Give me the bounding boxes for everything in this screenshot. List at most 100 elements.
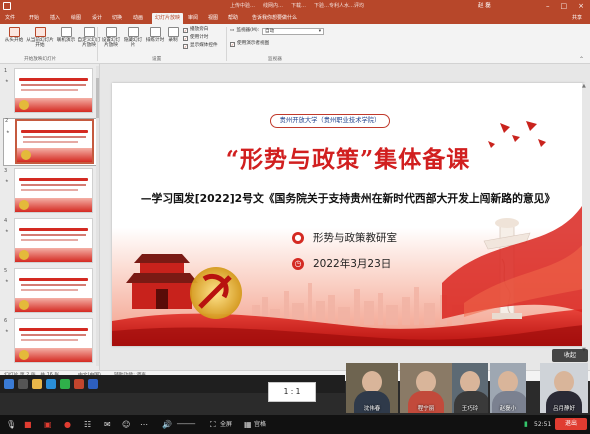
participant-head xyxy=(498,371,518,393)
tab-insert[interactable]: 插入 xyxy=(50,13,60,24)
present-online-icon xyxy=(60,27,72,37)
screen-share-icon[interactable]: ▣ xyxy=(44,415,52,434)
ratio-label: 1 : 1 xyxy=(283,387,301,396)
show-media-controls-checkbox[interactable]: ✓ 显示媒体控件 xyxy=(183,43,218,49)
monitor-label: ▭ 监视器(M): xyxy=(230,28,260,33)
fullscreen-icon[interactable]: ⛶ xyxy=(210,415,216,434)
minimize-icon[interactable]: – xyxy=(546,1,550,12)
record-button[interactable]: 录制 xyxy=(165,27,181,43)
volume-slider[interactable]: ───── xyxy=(177,415,195,434)
from-current-button[interactable]: 从当前幻灯片开始 xyxy=(25,27,55,48)
title-status-item: 上传中验… xyxy=(230,3,256,9)
presenter-view-checkbox[interactable]: ✓ 使用演示者视图 xyxy=(230,41,269,47)
university-badge: 贵州开放大学（贵州职业技术学院） xyxy=(270,114,390,128)
thumbnail-preview xyxy=(14,68,93,113)
tab-transitions[interactable]: 切换 xyxy=(112,13,122,24)
file-explorer-icon[interactable] xyxy=(32,379,42,389)
thumbnail-preview xyxy=(14,268,93,313)
start-icon[interactable] xyxy=(4,379,14,389)
slide-thumbnail[interactable]: 1 ★ xyxy=(3,68,99,116)
use-timings-checkbox[interactable]: ✓ 使用计时 xyxy=(183,35,208,41)
microphone-icon[interactable]: 🎙 xyxy=(6,415,16,434)
calendar-icon: ◷ xyxy=(292,258,304,270)
scroll-thumb[interactable] xyxy=(96,78,99,118)
present-online-button[interactable]: 联机演示 xyxy=(56,27,76,43)
tab-design[interactable]: 设计 xyxy=(92,13,102,24)
from-beginning-button[interactable]: 从头开始 xyxy=(3,27,25,43)
hide-slide-button[interactable]: 隐藏幻灯片 xyxy=(122,27,144,48)
powerpoint-taskbar-icon[interactable] xyxy=(74,379,84,389)
collapse-ribbon-icon[interactable]: ⌃ xyxy=(579,56,584,63)
meeting-controls-bar: 🎙 ■ ▣ ● ☷ ✉ ☺ ⋯ 🔊 ───── ⛶ 全屏 ▦ 宫格 ▮ 52:5… xyxy=(0,415,590,434)
powerpoint-window: 上传中验… 线网内… 下载… 下验…专利人水…评均 赵 磊 – □ × 文件 开… xyxy=(0,0,590,381)
tab-draw[interactable]: 绘图 xyxy=(71,13,81,24)
thumb-emblem xyxy=(19,250,29,260)
hide-slide-icon xyxy=(127,27,139,37)
thumbnails-scrollbar[interactable] xyxy=(96,66,99,366)
thumb-text-line xyxy=(21,289,78,291)
chat-app-icon[interactable] xyxy=(60,379,70,389)
tab-help[interactable]: 帮助 xyxy=(228,13,238,24)
thumb-text-line xyxy=(21,334,86,336)
tab-view[interactable]: 视图 xyxy=(208,13,218,24)
checkbox-box: ✓ xyxy=(230,41,235,47)
monitor-select[interactable]: 自动 ▾ xyxy=(262,28,324,35)
group-label-monitors: 监视器 xyxy=(268,57,282,62)
slide-subtitle: —学习国发[2022]2号文《国务院关于支持贵州在新时代西部大开发上闯新路的意见… xyxy=(140,192,556,205)
thumb-title-bar xyxy=(21,130,88,133)
browser-icon[interactable] xyxy=(46,379,56,389)
slide-thumbnail[interactable]: 6 ★ xyxy=(3,318,99,366)
grid-view-icon[interactable]: ▦ xyxy=(244,415,252,434)
participant-tile[interactable]: 程宁丽 xyxy=(400,363,452,413)
search-icon[interactable] xyxy=(18,379,28,389)
camera-icon[interactable]: ■ xyxy=(24,415,32,434)
fullscreen-label[interactable]: 全屏 xyxy=(220,415,232,434)
tell-me-search[interactable]: 告诉我你想要做什么 xyxy=(252,13,297,24)
tab-file[interactable]: 文件 xyxy=(5,13,15,24)
tab-animations[interactable]: 动画 xyxy=(133,13,143,24)
slide-thumbnail[interactable]: 2 ★ xyxy=(3,118,99,166)
participant-name: 吕月静好 xyxy=(552,406,575,412)
chat-icon[interactable]: ✉ xyxy=(104,415,111,434)
grid-view-label[interactable]: 宫格 xyxy=(254,415,266,434)
play-narrations-checkbox[interactable]: ✓ 播放旁白 xyxy=(183,27,208,33)
word-taskbar-icon[interactable] xyxy=(88,379,98,389)
rehearse-timings-button[interactable]: 排练计时 xyxy=(145,27,165,43)
participant-tile[interactable]: 王巧玲 xyxy=(452,363,488,413)
tab-slideshow[interactable]: 幻灯片放映 xyxy=(152,13,184,24)
tab-home[interactable]: 开始 xyxy=(29,13,39,24)
aspect-ratio-toggle[interactable]: 1 : 1 xyxy=(268,382,316,402)
close-icon[interactable]: × xyxy=(578,1,584,12)
setup-slideshow-button[interactable]: 设置幻灯片放映 xyxy=(100,27,122,48)
collapse-video-button[interactable]: 收起 xyxy=(552,349,588,362)
participant-name: 程宁丽 xyxy=(417,406,435,412)
slide-scrollbar[interactable]: ▲ ▼ xyxy=(582,83,588,353)
current-slide[interactable]: 贵州开放大学（贵州职业技术学院） “形势与政策”集体备课 —学习国发[2022]… xyxy=(112,83,584,346)
slide-thumbnail[interactable]: 5 ★ xyxy=(3,268,99,316)
record-meeting-icon[interactable]: ● xyxy=(64,415,71,434)
slide-thumbnails-pane[interactable]: 1 ★ 2 ★ 3 ★ 4 ★ 5 ★ 6 ★ xyxy=(0,64,100,370)
tab-review[interactable]: 审阅 xyxy=(188,13,198,24)
more-icon[interactable]: ⋯ xyxy=(140,415,148,434)
meeting-screen: 上传中验… 线网内… 下载… 下验…专利人水…评均 赵 磊 – □ × 文件 开… xyxy=(0,0,590,434)
members-icon[interactable]: ☷ xyxy=(84,415,91,434)
title-status-item: 下载… xyxy=(291,3,307,9)
leave-meeting-button[interactable]: 退出 xyxy=(555,418,587,430)
reaction-icon[interactable]: ☺ xyxy=(122,415,130,434)
thumb-text-line xyxy=(21,189,78,191)
slide-thumbnail[interactable]: 4 ★ xyxy=(3,218,99,266)
user-name[interactable]: 赵 磊 xyxy=(478,1,491,12)
participant-tile[interactable]: 吕月静好 xyxy=(540,363,588,413)
slide-thumbnail[interactable]: 3 ★ xyxy=(3,168,99,216)
thumbnail-preview xyxy=(14,168,93,213)
checkbox-box: ✓ xyxy=(183,35,188,41)
scroll-up-icon[interactable]: ▲ xyxy=(582,83,586,89)
thumbnail-preview xyxy=(14,318,93,363)
share-button[interactable]: 共享 xyxy=(572,13,582,24)
title-status-item: 下验…专利人水…评均 xyxy=(314,3,365,9)
speaker-icon[interactable]: 🔊 xyxy=(162,415,172,434)
participant-tile[interactable]: 赵磊小 xyxy=(490,363,526,413)
slide-title: “形势与政策”集体备课 xyxy=(225,146,471,173)
participant-tile[interactable]: 沈伟春 xyxy=(346,363,398,413)
maximize-icon[interactable]: □ xyxy=(561,1,568,12)
